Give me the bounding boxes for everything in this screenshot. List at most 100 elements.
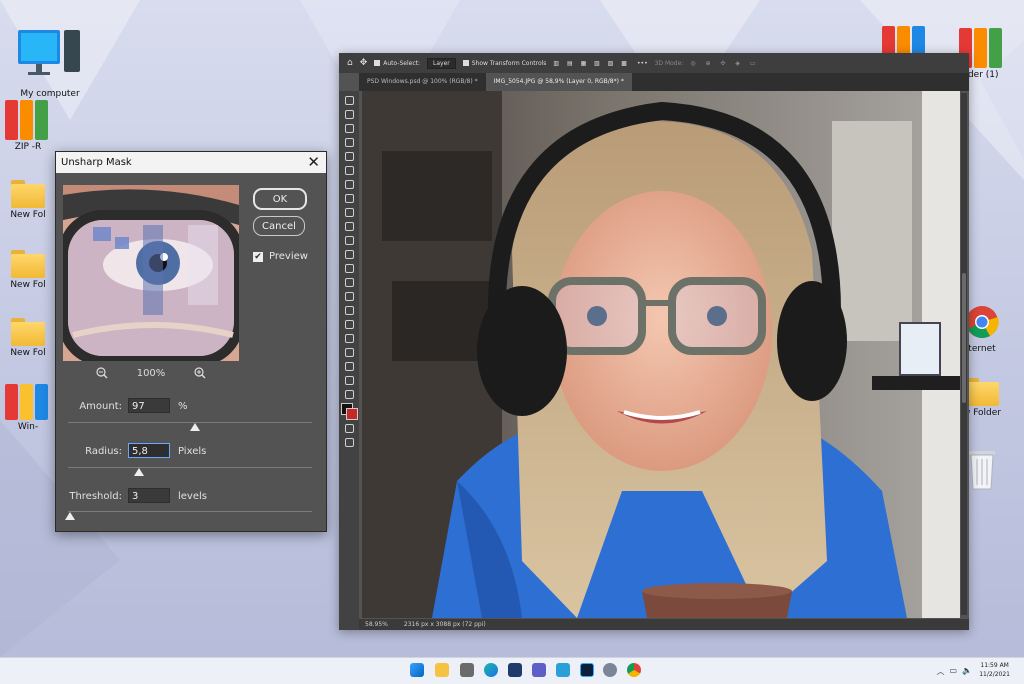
radius-slider-thumb[interactable] [133,468,144,476]
preview-zoom-controls: 100% [96,367,206,379]
tab-psd-windows[interactable]: PSD Windows.psd @ 100% (RGB/8) * [359,73,486,91]
desktop-icon-label: Win- [17,422,39,432]
desktop-icon-winrar[interactable]: Win- [0,380,60,432]
hand-tool-icon[interactable] [344,362,354,371]
preview-checkbox[interactable]: ✔ Preview [253,251,308,262]
desktop-icon-new-folder-1[interactable]: New Fol [0,180,60,220]
zoom-tool-icon[interactable] [344,376,354,385]
teams-icon[interactable] [532,663,546,677]
transform-controls-checkbox[interactable]: Show Transform Controls [462,59,547,67]
move-tool-icon[interactable]: ✥ [360,58,368,68]
edge-icon[interactable] [484,663,498,677]
scroll-thumb[interactable] [962,273,966,403]
path-select-tool-icon[interactable] [344,334,354,343]
zoom-out-icon[interactable] [96,367,108,379]
desktop-icon-label: New Fol [10,280,46,290]
3d-tools-icons[interactable]: ◎ ⊕ ✣ ◈ ▭ [690,60,759,67]
more-options-icon[interactable]: ••• [637,60,648,67]
chevron-up-icon[interactable]: ︿ [936,666,944,677]
threshold-label: Threshold: [69,491,122,502]
transform-controls-label: Show Transform Controls [471,59,547,67]
radius-slider-track[interactable] [68,467,312,468]
status-zoom[interactable]: 58.95% [365,621,388,628]
vertical-scrollbar[interactable] [961,93,967,615]
threshold-input[interactable]: 3 [128,488,170,503]
threshold-slider-track[interactable] [68,511,312,512]
amount-label: Amount: [79,401,122,412]
paint-icon[interactable] [556,663,570,677]
settings-icon[interactable] [603,663,617,677]
color-swatches-icon[interactable] [341,403,358,420]
home-icon[interactable]: ⌂ [347,58,353,68]
folder-icon [965,378,999,406]
quick-select-tool-icon[interactable] [344,138,354,147]
desktop-icon-new-folder-2[interactable]: New Fol [0,250,60,290]
photoshop-taskbar-icon[interactable] [580,663,594,677]
lasso-tool-icon[interactable] [344,124,354,133]
computer-icon [18,30,80,75]
document-tabs: PSD Windows.psd @ 100% (RGB/8) * IMG_505… [359,73,969,91]
preview-label: Preview [269,251,308,262]
screen-mode-icon[interactable] [344,438,354,447]
start-icon[interactable] [410,663,424,677]
tab-img-5054[interactable]: IMG_5054.JPG @ 58,9% (Layer 0, RGB/8*) * [485,73,632,91]
amount-input[interactable]: 97 [128,398,170,413]
amount-unit: % [178,401,188,412]
history-brush-tool-icon[interactable] [344,236,354,245]
store-icon[interactable] [508,663,522,677]
eyedropper-tool-icon[interactable] [344,180,354,189]
cancel-button[interactable]: Cancel [253,216,305,236]
desktop-icon-my-computer[interactable]: My computer [18,28,82,99]
volume-icon[interactable]: 🔈 [962,666,972,677]
system-tray: ︿ ▭ 🔈 [936,666,972,677]
crop-tool-icon[interactable] [344,152,354,161]
marquee-tool-icon[interactable] [344,110,354,119]
dialog-title-bar[interactable]: Unsharp Mask ✕ [56,152,326,173]
network-icon[interactable]: ▭ [949,666,957,677]
folder-icon [11,180,45,208]
auto-select-checkbox[interactable]: Auto-Select: [374,60,420,67]
ok-button[interactable]: OK [253,188,307,210]
more-tools-icon[interactable] [344,390,354,399]
quick-mask-icon[interactable] [344,424,354,433]
clone-stamp-tool-icon[interactable] [344,222,354,231]
options-bar: ⌂ ✥ Auto-Select: Layer Show Transform Co… [339,53,969,73]
close-icon[interactable]: ✕ [307,153,320,172]
auto-select-label: Auto-Select: [383,59,421,67]
file-explorer-icon[interactable] [435,663,449,677]
dodge-tool-icon[interactable] [344,292,354,301]
desktop-icon-label: New Fol [10,210,46,220]
clock-time: 11:59 AM [980,662,1009,669]
healing-brush-tool-icon[interactable] [344,194,354,203]
photoshop-window: ⌂ ✥ Auto-Select: Layer Show Transform Co… [339,53,969,630]
chrome-icon [966,306,999,338]
align-icons[interactable]: ▥ ▤ ▦ ▧ ▨ ▩ [553,60,630,67]
amount-slider-thumb[interactable] [189,423,200,431]
radius-label: Radius: [85,446,122,457]
camera-icon[interactable] [460,663,474,677]
document-canvas[interactable] [362,91,960,618]
line-tool-icon[interactable] [344,348,354,357]
desktop-icon-label: New Fol [10,348,46,358]
move-tool-icon[interactable] [344,96,354,105]
threshold-slider-thumb[interactable] [65,512,76,520]
desktop-icon-new-folder-3[interactable]: New Fol [0,318,60,358]
filter-preview[interactable] [63,185,239,361]
winrar-icon [5,380,51,420]
type-tool-icon[interactable] [344,320,354,329]
desktop-icon-zip-archive[interactable]: ZIP -R [0,100,60,152]
chrome-taskbar-icon[interactable] [627,663,641,677]
zoom-in-icon[interactable] [194,367,206,379]
eraser-tool-icon[interactable] [344,250,354,259]
frame-tool-icon[interactable] [344,166,354,175]
toolbar [339,91,359,630]
blur-tool-icon[interactable] [344,278,354,287]
brush-tool-icon[interactable] [344,208,354,217]
radius-input[interactable]: 5,8 [128,443,170,458]
pen-tool-icon[interactable] [344,306,354,315]
taskbar: ︿ ▭ 🔈 11:59 AM 11/2/2021 [0,657,1024,684]
threshold-unit: levels [178,491,207,502]
layer-select[interactable]: Layer [427,57,456,69]
clock[interactable]: 11:59 AM 11/2/2021 [979,661,1010,679]
gradient-tool-icon[interactable] [344,264,354,273]
